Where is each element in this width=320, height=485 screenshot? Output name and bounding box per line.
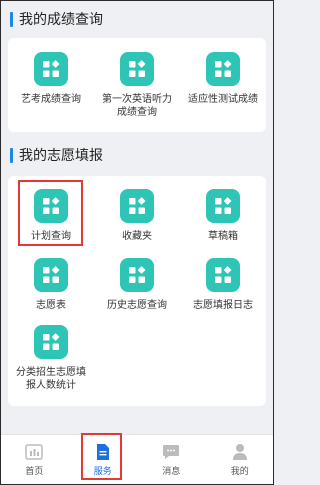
bottom-tab-bar: 首页 服务 消息 我的 [0, 434, 274, 485]
grid-app-icon [206, 189, 240, 223]
tile-label: 志愿表 [36, 300, 66, 311]
tile-label: 分类招生志愿填报人数统计 [16, 367, 86, 391]
grid-app-icon [34, 325, 68, 359]
section-title: 我的志愿填报 [19, 148, 103, 164]
grid-app-icon [120, 258, 154, 292]
tile-label: 适应性测试成绩 [188, 94, 258, 105]
chart-icon [25, 443, 43, 461]
tile-label: 收藏夹 [122, 231, 152, 242]
grid-app-icon [34, 52, 68, 86]
tile-label: 草稿箱 [208, 231, 238, 242]
tile-art-exam-score[interactable]: 艺考成绩查询 [8, 52, 94, 119]
grid-app-icon [206, 258, 240, 292]
tile-drafts[interactable]: 草稿箱 [180, 189, 266, 243]
grid-app-icon [34, 258, 68, 292]
grid-app-icon [120, 189, 154, 223]
tab-home[interactable]: 首页 [0, 435, 69, 485]
tab-messages[interactable]: 消息 [137, 435, 206, 485]
tile-application-log[interactable]: 志愿填报日志 [180, 258, 266, 312]
person-icon [231, 443, 249, 461]
section-header-applications: 我的志愿填报 [0, 142, 274, 168]
highlight-box [18, 180, 83, 246]
tile-history-query[interactable]: 历史志愿查询 [94, 258, 180, 312]
tile-category-statistics[interactable]: 分类招生志愿填报人数统计 [8, 325, 94, 392]
tile-label: 第一次英语听力成绩查询 [102, 94, 172, 118]
section-header-scores: 我的成绩查询 [0, 6, 274, 32]
grid-app-icon [206, 52, 240, 86]
tile-label: 历史志愿查询 [107, 300, 167, 311]
section-accent-bar [10, 147, 13, 163]
highlight-box [81, 433, 122, 480]
tile-label: 艺考成绩查询 [21, 94, 81, 105]
tile-adaptive-test-score[interactable]: 适应性测试成绩 [180, 52, 266, 119]
tile-english-listening-score[interactable]: 第一次英语听力成绩查询 [94, 52, 180, 119]
section-title: 我的成绩查询 [19, 12, 103, 28]
tab-label: 我的 [230, 467, 249, 477]
scores-card: 艺考成绩查询 第一次英语听力成绩查询 适应性测试成绩 [8, 38, 266, 132]
section-accent-bar [10, 11, 13, 27]
tile-label: 志愿填报日志 [193, 300, 253, 311]
tile-favorites[interactable]: 收藏夹 [94, 189, 180, 243]
tile-application-form[interactable]: 志愿表 [8, 258, 94, 312]
tab-label: 首页 [25, 467, 44, 477]
grid-app-icon [120, 52, 154, 86]
chat-icon [162, 443, 180, 461]
tab-label: 消息 [162, 467, 181, 477]
tab-profile[interactable]: 我的 [206, 435, 275, 485]
